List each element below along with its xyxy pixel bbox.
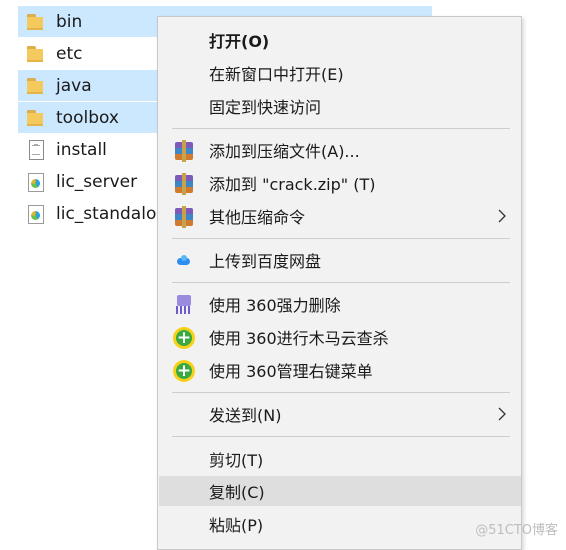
app-icon [26,172,46,192]
document-icon [26,139,46,160]
menu-label: 使用 360管理右键菜单 [209,362,373,381]
360-plus-icon [173,327,195,349]
chevron-right-icon [498,407,506,421]
menu-item-cut[interactable]: 剪切(T) [159,444,521,474]
menu-item-shred-360[interactable]: 使用 360强力删除 [159,289,521,319]
menu-label: 使用 360进行木马云查杀 [209,329,389,348]
file-name: install [56,139,107,160]
file-name: lic_standalo [56,203,157,224]
menu-label: 添加到压缩文件(A)... [209,142,360,161]
menu-item-add-to-archive[interactable]: 添加到压缩文件(A)... [159,135,521,165]
menu-label: 打开(O) [209,32,270,51]
menu-label: 上传到百度网盘 [209,252,322,271]
winrar-icon [173,140,195,162]
chevron-right-icon [498,209,506,223]
file-name: lic_server [56,171,138,192]
menu-separator [172,128,510,129]
menu-item-manage-360[interactable]: 使用 360管理右键菜单 [159,355,521,385]
watermark: @51CTO博客 [475,523,558,538]
file-name: bin [56,11,83,32]
menu-item-paste[interactable]: 粘贴(P) [159,509,521,539]
menu-item-send-to[interactable]: 发送到(N) [159,399,521,429]
file-name: etc [56,43,83,64]
menu-item-scan-360[interactable]: 使用 360进行木马云查杀 [159,322,521,352]
menu-label: 剪切(T) [209,451,264,470]
menu-item-upload-baidu[interactable]: 上传到百度网盘 [159,245,521,275]
folder-icon [26,108,46,128]
folder-icon [26,76,46,96]
menu-label: 固定到快速访问 [209,98,322,117]
winrar-icon [173,206,195,228]
folder-icon [26,44,46,64]
folder-icon [26,12,46,32]
menu-label: 粘贴(P) [209,516,264,535]
menu-label: 在新窗口中打开(E) [209,65,344,84]
context-menu: 打开(O) 在新窗口中打开(E) 固定到快速访问 添加到压缩文件(A)... 添… [157,16,522,550]
menu-separator [172,392,510,393]
shredder-icon [173,294,195,316]
menu-item-pin-quick-access[interactable]: 固定到快速访问 [159,91,521,121]
menu-item-open-new-window[interactable]: 在新窗口中打开(E) [159,58,521,88]
file-name: java [56,75,92,96]
menu-separator [172,282,510,283]
file-name: toolbox [56,107,119,128]
winrar-icon [173,173,195,195]
menu-item-add-to-zip[interactable]: 添加到 "crack.zip" (T) [159,168,521,198]
menu-item-other-compress[interactable]: 其他压缩命令 [159,201,521,231]
menu-label: 复制(C) [209,483,265,502]
baidu-cloud-icon [173,250,195,272]
360-plus-icon [173,360,195,382]
menu-label: 添加到 "crack.zip" (T) [209,175,376,194]
app-icon [26,204,46,224]
menu-item-copy[interactable]: 复制(C) [159,476,521,506]
menu-separator [172,238,510,239]
menu-separator [172,436,510,437]
menu-label: 使用 360强力删除 [209,296,341,315]
menu-item-open[interactable]: 打开(O) [159,25,521,55]
menu-label: 其他压缩命令 [209,208,306,227]
menu-label: 发送到(N) [209,406,282,425]
